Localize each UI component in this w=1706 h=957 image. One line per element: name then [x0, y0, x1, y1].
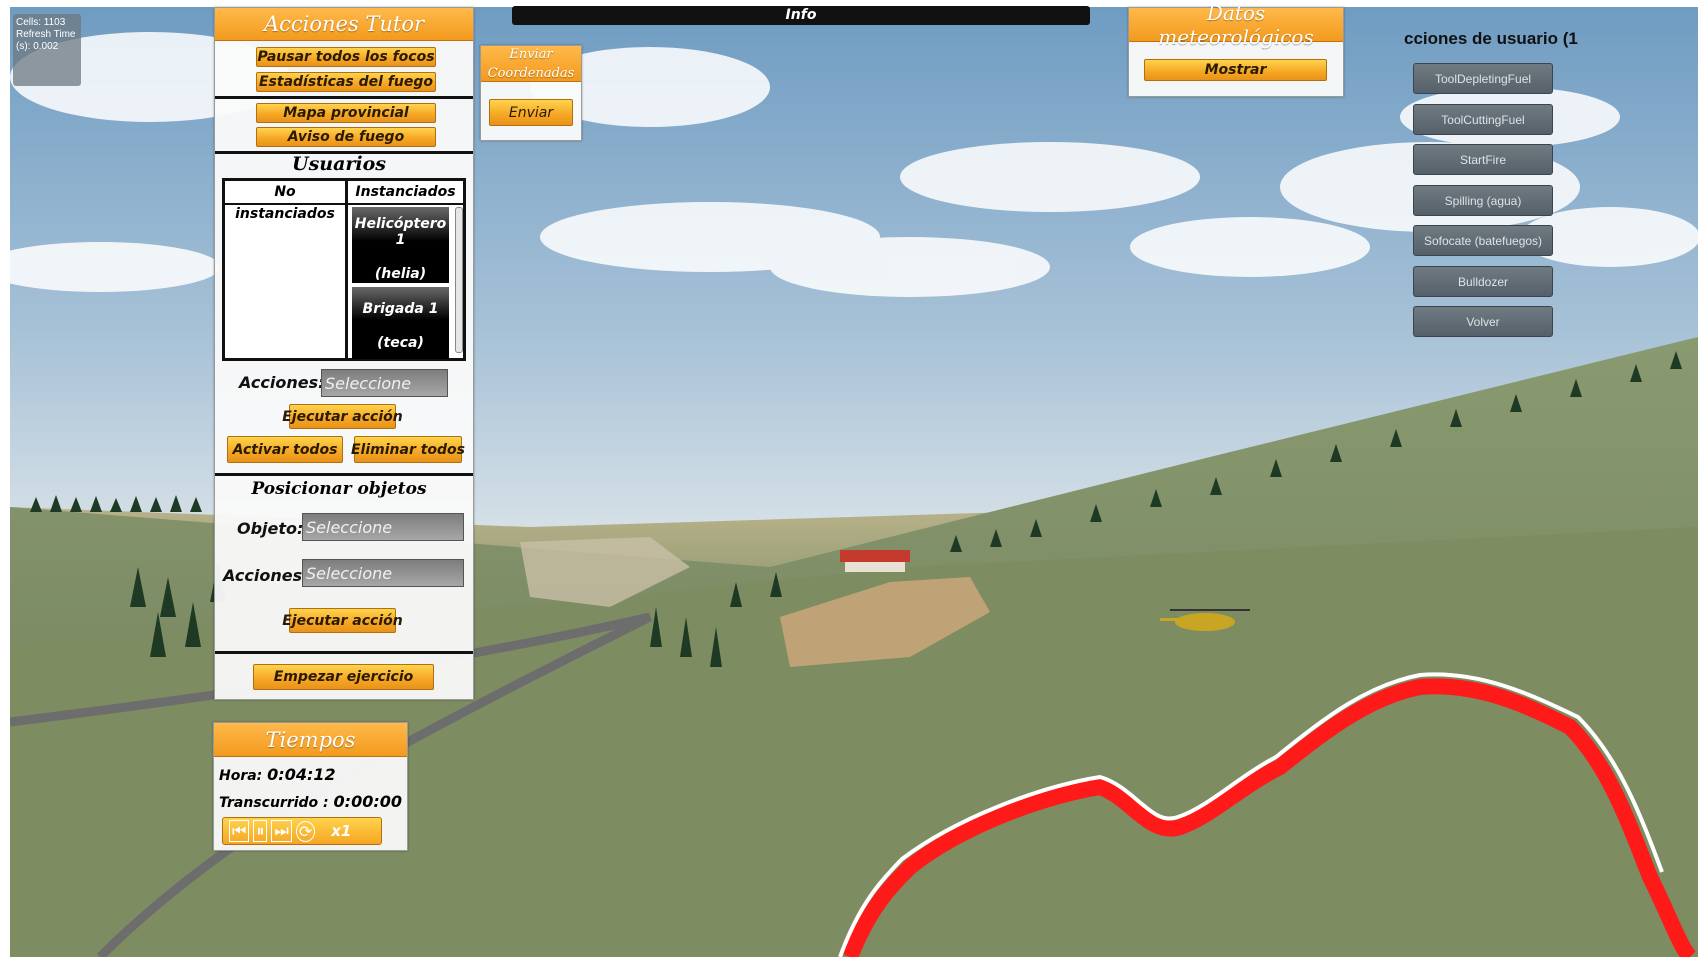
object-label: Objeto:	[237, 519, 304, 538]
actions-select[interactable]: Seleccione	[321, 369, 448, 397]
times-title: Tiempos	[214, 723, 407, 757]
delete-all-button[interactable]: Eliminar todos	[351, 436, 465, 463]
col-instanced: Instanciados	[348, 181, 463, 205]
hora-value: 0:04:12	[267, 765, 336, 784]
user-name: Brigada 1	[362, 301, 439, 317]
tool-cutting-fuel-button[interactable]: ToolCuttingFuel	[1413, 104, 1553, 135]
position-objects-title: Posicionar objetos	[251, 479, 427, 499]
user-actions-list: ToolDepletingFuel ToolCuttingFuel StartF…	[1413, 63, 1553, 343]
coordinates-title: Enviar Coordenadas	[481, 46, 581, 82]
elapsed-value: 0:00:00	[333, 792, 402, 811]
fire-stats-button[interactable]: Estadísticas del fuego	[256, 72, 436, 92]
tutor-panel: Acciones Tutor Pausar todos los focos Es…	[214, 7, 474, 700]
info-title: Info	[785, 7, 817, 23]
users-title: Usuarios	[292, 153, 386, 175]
refresh-time: Refresh Time (s): 0.002	[16, 29, 76, 52]
actions-label: Acciones:	[239, 373, 325, 392]
weather-title: Datos meteorológicos	[1129, 1, 1343, 49]
rewind-icon[interactable]: ⏮	[229, 820, 250, 842]
spilling-water-button[interactable]: Spilling (agua)	[1413, 185, 1553, 216]
coordinates-panel: Enviar Coordenadas Enviar	[480, 45, 582, 141]
user-card-helicopter[interactable]: Helicóptero 1 (helia)	[352, 207, 449, 283]
user-name: Helicóptero 1	[354, 216, 447, 248]
speed-value[interactable]: x1	[331, 822, 351, 840]
playback-controls: ⏮ ⏸ ⏭ ⟳ x1	[222, 817, 382, 845]
divider	[215, 473, 473, 476]
activate-all-button[interactable]: Activar todos	[227, 436, 343, 463]
stats-box: Cells: 1103 Refresh Time (s): 0.002	[13, 14, 81, 86]
elapsed-row: Transcurrido : 0:00:00	[219, 792, 402, 811]
not-instanced-list	[225, 205, 348, 358]
back-button[interactable]: Volver	[1413, 306, 1553, 337]
hora-label: Hora:	[219, 768, 263, 784]
info-bar[interactable]: Info	[512, 6, 1090, 25]
divider	[215, 96, 473, 99]
tutor-panel-title: Acciones Tutor	[215, 8, 473, 41]
provincial-map-button[interactable]: Mapa provincial	[256, 103, 436, 123]
house	[840, 550, 910, 572]
user-actions-title: cciones de usuario (1	[1404, 29, 1578, 48]
start-fire-button[interactable]: StartFire	[1413, 144, 1553, 175]
pause-all-fires-button[interactable]: Pausar todos los focos	[256, 47, 436, 67]
sofocate-button[interactable]: Sofocate (batefuegos)	[1413, 225, 1553, 256]
tool-depleting-fuel-button[interactable]: ToolDepletingFuel	[1413, 63, 1553, 94]
weather-panel: Datos meteorológicos Mostrar	[1128, 1, 1344, 97]
col-not-instanced: No instanciados	[225, 181, 348, 222]
time-row: Hora: 0:04:12	[219, 765, 336, 784]
bulldozer-button[interactable]: Bulldozer	[1413, 266, 1553, 297]
user-login: (teca)	[377, 335, 424, 351]
users-scrollbar[interactable]	[455, 207, 463, 353]
reset-icon[interactable]: ⟳	[295, 820, 316, 842]
pause-icon[interactable]: ⏸	[253, 820, 268, 842]
times-panel: Tiempos Hora: 0:04:12 Transcurrido : 0:0…	[213, 722, 408, 851]
position-actions-label: Acciones:	[223, 566, 309, 585]
position-execute-button[interactable]: Ejecutar acción	[282, 608, 403, 633]
users-table: No instanciados Instanciados Helicóptero…	[222, 178, 466, 361]
send-coordinates-button[interactable]: Enviar	[489, 99, 573, 126]
user-login: (helia)	[374, 266, 427, 282]
object-select[interactable]: Seleccione	[302, 513, 464, 541]
divider	[215, 651, 473, 654]
elapsed-label: Transcurrido :	[219, 795, 329, 811]
user-card-brigade[interactable]: Brigada 1 (teca)	[352, 287, 449, 359]
position-actions-select[interactable]: Seleccione	[302, 559, 464, 587]
start-exercise-button[interactable]: Empezar ejercicio	[253, 664, 434, 690]
fire-alert-button[interactable]: Aviso de fuego	[256, 127, 436, 147]
fast-forward-icon[interactable]: ⏭	[271, 820, 292, 842]
show-weather-button[interactable]: Mostrar	[1144, 59, 1327, 81]
cells-count: Cells: 1103	[16, 17, 66, 28]
execute-action-button[interactable]: Ejecutar acción	[282, 404, 403, 429]
